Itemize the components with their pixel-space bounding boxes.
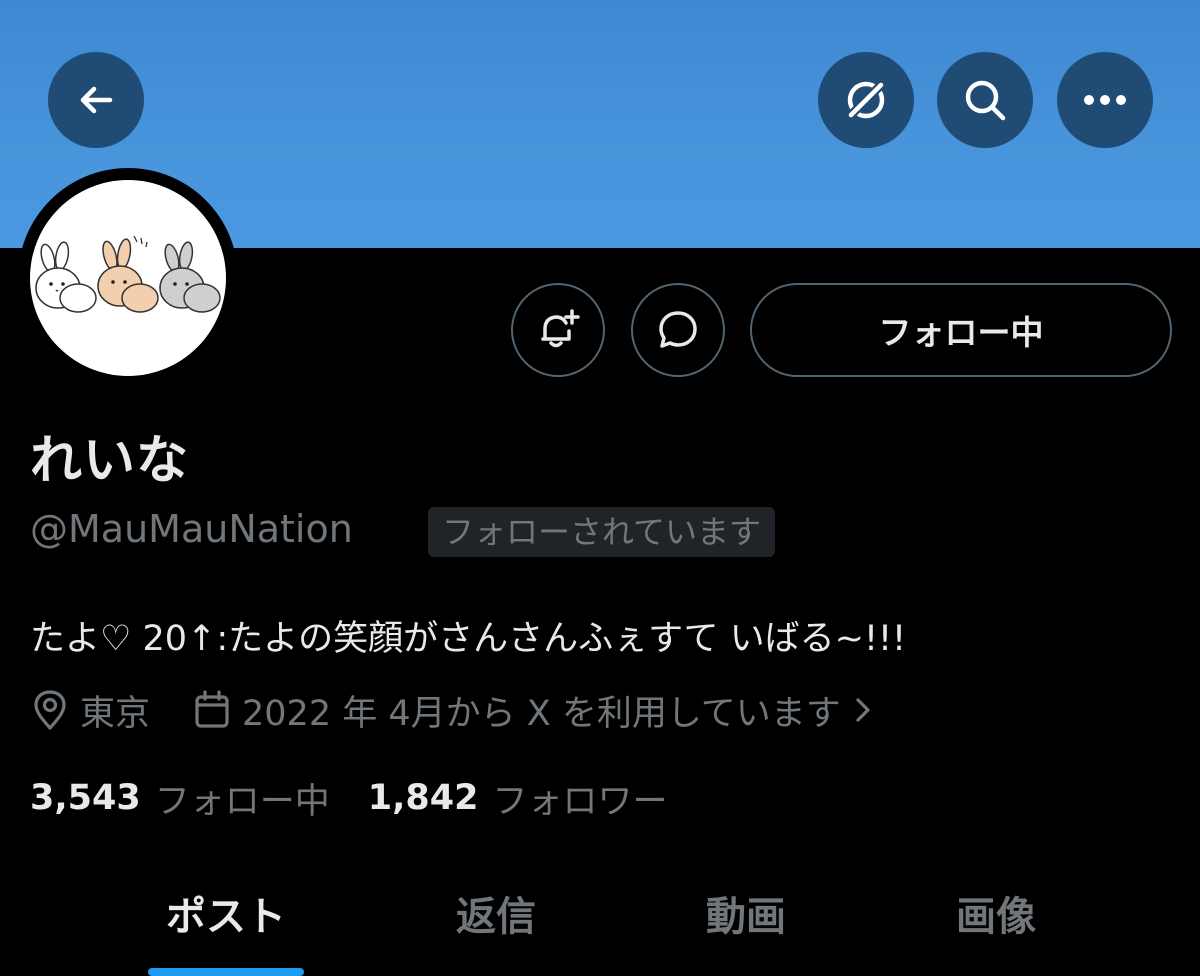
tab-images[interactable]: 画像 — [876, 884, 1116, 944]
tab-videos[interactable]: 動画 — [626, 884, 866, 944]
profile-page: フォロー中 れいな @MauMauNation フォローされています たよ♡ 2… — [0, 0, 1200, 976]
chevron-right-icon — [853, 695, 873, 725]
tab-replies[interactable]: 返信 — [376, 884, 616, 944]
location-pin-icon — [30, 688, 70, 732]
chat-bubble-icon — [659, 311, 697, 348]
more-icon — [1084, 95, 1126, 105]
following-button[interactable]: フォロー中 — [750, 283, 1172, 377]
location-text: 東京 — [80, 693, 151, 734]
message-button[interactable] — [631, 283, 725, 377]
profile-bio: たよ♡ 20↑:たよの笑顔がさんさんふぇすて いばる~!!! — [30, 619, 907, 659]
bunny-avatar-image — [35, 235, 221, 313]
bell-plus-icon — [541, 309, 580, 348]
joined-item[interactable]: 2022 年 4月から X を利用しています — [192, 685, 873, 736]
following-label[interactable]: フォロー中 — [155, 773, 330, 824]
follows-you-badge: フォローされています — [428, 507, 776, 557]
translate-icon — [844, 78, 888, 122]
avatar[interactable] — [30, 180, 226, 376]
tab-posts[interactable]: ポスト — [106, 884, 346, 944]
following-count[interactable]: 3,543 — [30, 778, 141, 818]
location-item: 東京 — [30, 685, 150, 736]
active-tab-indicator — [148, 968, 304, 976]
translate-button[interactable] — [818, 52, 914, 148]
arrow-left-icon — [80, 86, 113, 114]
display-name: れいな — [30, 431, 190, 491]
more-button[interactable] — [1057, 52, 1153, 148]
follow-stats: 3,543 フォロー中 1,842 フォロワー — [30, 773, 705, 824]
profile-tabs: ポスト 返信 動画 画像 — [0, 862, 1200, 976]
followers-label[interactable]: フォロワー — [492, 773, 667, 824]
profile-meta: 東京 2022 年 4月から X を利用しています — [30, 688, 915, 734]
back-button[interactable] — [48, 52, 144, 148]
user-handle: @MauMauNation — [30, 507, 353, 551]
joined-text: 2022 年 4月から X を利用しています — [242, 693, 841, 734]
search-button[interactable] — [937, 52, 1033, 148]
notifications-button[interactable] — [511, 283, 605, 377]
calendar-icon — [192, 688, 232, 732]
search-icon — [965, 80, 1006, 121]
following-button-label: フォロー中 — [878, 313, 1044, 352]
followers-count[interactable]: 1,842 — [368, 778, 479, 818]
